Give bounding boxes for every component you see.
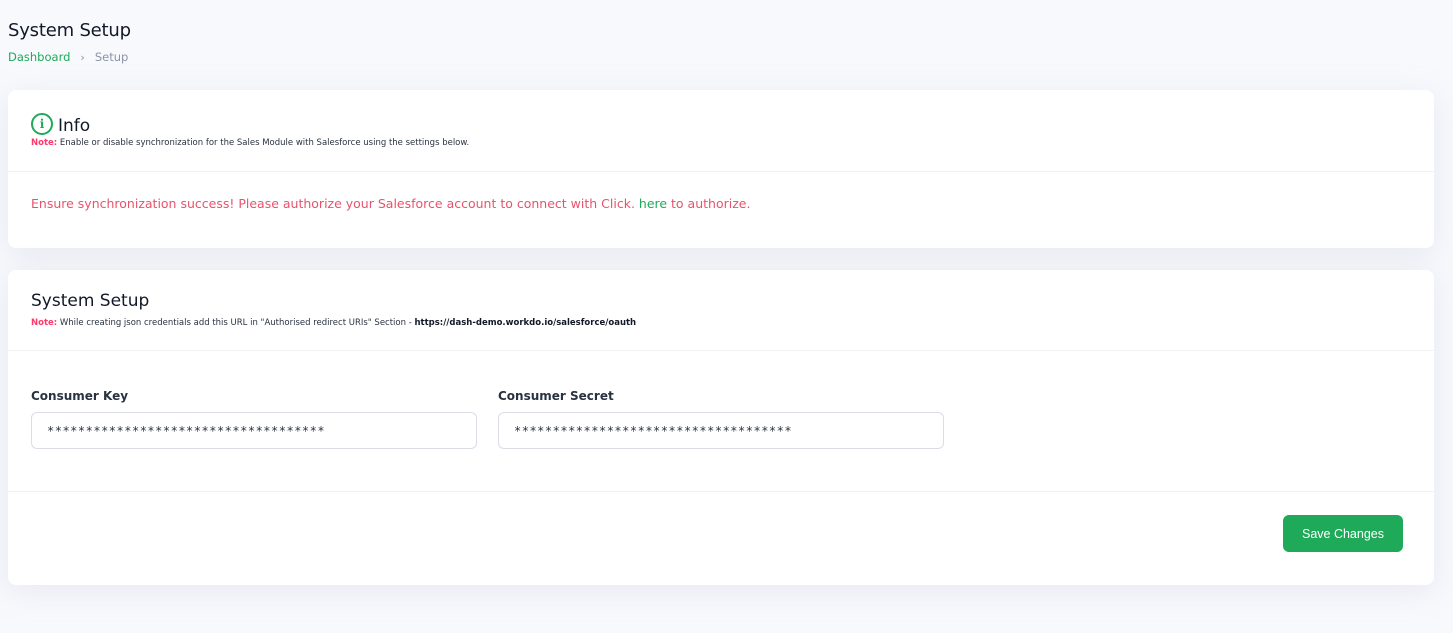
consumer-key-group: Consumer Key ***************************… (31, 389, 477, 491)
info-title-row: i Info (31, 113, 1411, 136)
note-text: Enable or disable synchronization for th… (57, 138, 470, 148)
redirect-url: https://dash-demo.workdo.io/salesforce/o… (414, 318, 637, 328)
consumer-secret-input[interactable]: ************************************ (498, 412, 944, 449)
chevron-right-icon: › (80, 50, 85, 64)
auth-prefix: Ensure synchronization success! Please a… (31, 196, 639, 211)
setup-card-footer: Save Changes (8, 492, 1434, 585)
info-note: Note: Enable or disable synchronization … (31, 138, 1411, 148)
auth-suffix: to authorize. (667, 196, 751, 211)
note-label: Note: (31, 318, 58, 328)
authorization-message: Ensure synchronization success! Please a… (8, 172, 1434, 235)
info-card: i Info Note: Enable or disable synchroni… (8, 90, 1434, 248)
consumer-secret-group: Consumer Secret ************************… (498, 389, 944, 491)
page-header: System Setup Dashboard › Setup (8, 20, 131, 64)
setup-card-body: Consumer Key ***************************… (8, 351, 1434, 492)
system-setup-card: System Setup Note: While creating json c… (8, 270, 1434, 585)
setup-note: Note: While creating json credentials ad… (31, 318, 1411, 328)
note-label: Note: (31, 138, 58, 148)
consumer-key-label: Consumer Key (31, 389, 129, 403)
setup-title: System Setup (31, 291, 150, 311)
breadcrumb-dashboard-link[interactable]: Dashboard (8, 50, 70, 64)
info-card-header: i Info Note: Enable or disable synchroni… (8, 90, 1434, 172)
save-changes-button[interactable]: Save Changes (1283, 515, 1403, 552)
breadcrumb: Dashboard › Setup (8, 50, 131, 64)
consumer-secret-label: Consumer Secret (498, 389, 614, 403)
consumer-key-input[interactable]: ************************************ (31, 412, 477, 449)
page-title: System Setup (8, 20, 131, 41)
authorize-here-link[interactable]: here (639, 196, 667, 211)
info-title: Info (58, 116, 91, 136)
note-text: While creating json credentials add this… (57, 318, 415, 328)
breadcrumb-current: Setup (94, 50, 129, 64)
setup-card-header: System Setup Note: While creating json c… (8, 270, 1434, 351)
info-icon: i (31, 113, 53, 135)
